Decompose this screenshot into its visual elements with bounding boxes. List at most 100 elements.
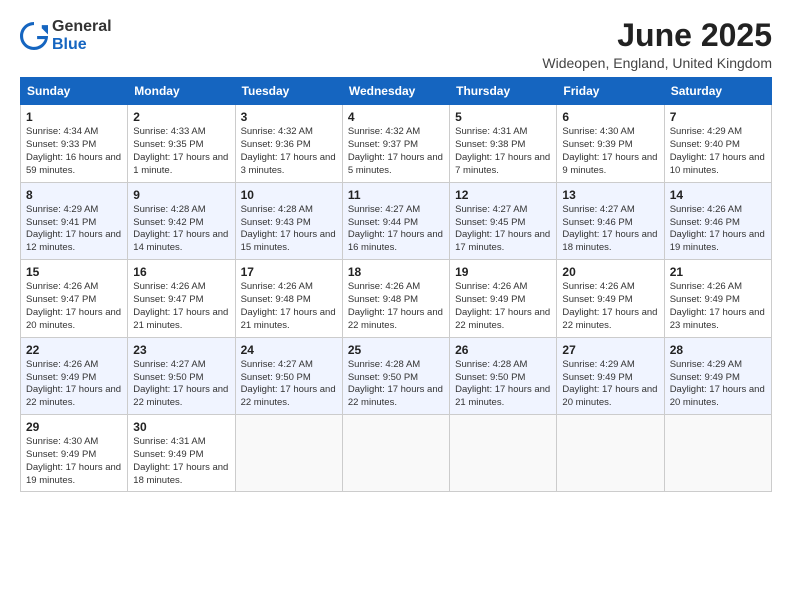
calendar-cell: 26Sunrise: 4:28 AMSunset: 9:50 PMDayligh… xyxy=(450,337,557,414)
day-number: 30 xyxy=(133,419,229,435)
day-number: 6 xyxy=(562,109,658,125)
weekday-header-friday: Friday xyxy=(557,78,664,105)
calendar-cell: 9Sunrise: 4:28 AMSunset: 9:42 PMDaylight… xyxy=(128,182,235,259)
calendar-cell: 27Sunrise: 4:29 AMSunset: 9:49 PMDayligh… xyxy=(557,337,664,414)
day-number: 8 xyxy=(26,187,122,203)
day-info: Sunrise: 4:29 AMSunset: 9:41 PMDaylight:… xyxy=(26,204,122,255)
calendar-cell xyxy=(664,414,771,491)
day-info: Sunrise: 4:26 AMSunset: 9:49 PMDaylight:… xyxy=(26,359,122,410)
day-info: Sunrise: 4:32 AMSunset: 9:36 PMDaylight:… xyxy=(241,126,337,177)
weekday-header-tuesday: Tuesday xyxy=(235,78,342,105)
day-info: Sunrise: 4:26 AMSunset: 9:46 PMDaylight:… xyxy=(670,204,766,255)
calendar-cell: 19Sunrise: 4:26 AMSunset: 9:49 PMDayligh… xyxy=(450,260,557,337)
title-block: June 2025 Wideopen, England, United King… xyxy=(542,18,772,71)
day-info: Sunrise: 4:29 AMSunset: 9:49 PMDaylight:… xyxy=(670,359,766,410)
calendar-week-5: 29Sunrise: 4:30 AMSunset: 9:49 PMDayligh… xyxy=(21,414,772,491)
day-info: Sunrise: 4:26 AMSunset: 9:47 PMDaylight:… xyxy=(26,281,122,332)
day-info: Sunrise: 4:30 AMSunset: 9:39 PMDaylight:… xyxy=(562,126,658,177)
day-number: 24 xyxy=(241,342,337,358)
day-number: 29 xyxy=(26,419,122,435)
weekday-header-monday: Monday xyxy=(128,78,235,105)
logo-text: General Blue xyxy=(52,18,112,53)
day-number: 9 xyxy=(133,187,229,203)
day-info: Sunrise: 4:29 AMSunset: 9:49 PMDaylight:… xyxy=(562,359,658,410)
calendar-cell: 20Sunrise: 4:26 AMSunset: 9:49 PMDayligh… xyxy=(557,260,664,337)
calendar-cell: 30Sunrise: 4:31 AMSunset: 9:49 PMDayligh… xyxy=(128,414,235,491)
day-number: 5 xyxy=(455,109,551,125)
calendar-cell: 22Sunrise: 4:26 AMSunset: 9:49 PMDayligh… xyxy=(21,337,128,414)
day-number: 13 xyxy=(562,187,658,203)
day-number: 2 xyxy=(133,109,229,125)
calendar-cell: 28Sunrise: 4:29 AMSunset: 9:49 PMDayligh… xyxy=(664,337,771,414)
weekday-header-saturday: Saturday xyxy=(664,78,771,105)
day-number: 21 xyxy=(670,264,766,280)
day-info: Sunrise: 4:28 AMSunset: 9:42 PMDaylight:… xyxy=(133,204,229,255)
calendar-cell: 7Sunrise: 4:29 AMSunset: 9:40 PMDaylight… xyxy=(664,105,771,182)
day-number: 19 xyxy=(455,264,551,280)
calendar-cell: 17Sunrise: 4:26 AMSunset: 9:48 PMDayligh… xyxy=(235,260,342,337)
calendar-table: SundayMondayTuesdayWednesdayThursdayFrid… xyxy=(20,77,772,492)
day-number: 16 xyxy=(133,264,229,280)
day-info: Sunrise: 4:26 AMSunset: 9:49 PMDaylight:… xyxy=(455,281,551,332)
day-info: Sunrise: 4:26 AMSunset: 9:49 PMDaylight:… xyxy=(670,281,766,332)
weekday-header-thursday: Thursday xyxy=(450,78,557,105)
calendar-cell: 21Sunrise: 4:26 AMSunset: 9:49 PMDayligh… xyxy=(664,260,771,337)
calendar-cell: 4Sunrise: 4:32 AMSunset: 9:37 PMDaylight… xyxy=(342,105,449,182)
calendar-cell: 16Sunrise: 4:26 AMSunset: 9:47 PMDayligh… xyxy=(128,260,235,337)
day-info: Sunrise: 4:26 AMSunset: 9:48 PMDaylight:… xyxy=(241,281,337,332)
day-info: Sunrise: 4:29 AMSunset: 9:40 PMDaylight:… xyxy=(670,126,766,177)
logo: General Blue xyxy=(20,18,112,53)
calendar-week-2: 8Sunrise: 4:29 AMSunset: 9:41 PMDaylight… xyxy=(21,182,772,259)
day-number: 28 xyxy=(670,342,766,358)
day-info: Sunrise: 4:33 AMSunset: 9:35 PMDaylight:… xyxy=(133,126,229,177)
day-number: 25 xyxy=(348,342,444,358)
weekday-header-row: SundayMondayTuesdayWednesdayThursdayFrid… xyxy=(21,78,772,105)
day-number: 11 xyxy=(348,187,444,203)
calendar-cell: 3Sunrise: 4:32 AMSunset: 9:36 PMDaylight… xyxy=(235,105,342,182)
day-number: 15 xyxy=(26,264,122,280)
logo-icon xyxy=(20,22,48,50)
calendar-cell xyxy=(235,414,342,491)
calendar-cell: 24Sunrise: 4:27 AMSunset: 9:50 PMDayligh… xyxy=(235,337,342,414)
calendar-cell: 1Sunrise: 4:34 AMSunset: 9:33 PMDaylight… xyxy=(21,105,128,182)
day-info: Sunrise: 4:27 AMSunset: 9:50 PMDaylight:… xyxy=(241,359,337,410)
day-info: Sunrise: 4:26 AMSunset: 9:47 PMDaylight:… xyxy=(133,281,229,332)
logo-blue: Blue xyxy=(52,36,87,53)
calendar-week-1: 1Sunrise: 4:34 AMSunset: 9:33 PMDaylight… xyxy=(21,105,772,182)
calendar-cell: 18Sunrise: 4:26 AMSunset: 9:48 PMDayligh… xyxy=(342,260,449,337)
calendar-cell: 29Sunrise: 4:30 AMSunset: 9:49 PMDayligh… xyxy=(21,414,128,491)
day-info: Sunrise: 4:28 AMSunset: 9:43 PMDaylight:… xyxy=(241,204,337,255)
day-info: Sunrise: 4:31 AMSunset: 9:38 PMDaylight:… xyxy=(455,126,551,177)
location-title: Wideopen, England, United Kingdom xyxy=(542,55,772,71)
calendar-cell xyxy=(342,414,449,491)
day-number: 17 xyxy=(241,264,337,280)
day-number: 14 xyxy=(670,187,766,203)
day-number: 3 xyxy=(241,109,337,125)
day-info: Sunrise: 4:31 AMSunset: 9:49 PMDaylight:… xyxy=(133,436,229,487)
logo-general: General xyxy=(52,18,112,35)
day-info: Sunrise: 4:26 AMSunset: 9:48 PMDaylight:… xyxy=(348,281,444,332)
calendar-cell: 8Sunrise: 4:29 AMSunset: 9:41 PMDaylight… xyxy=(21,182,128,259)
weekday-header-sunday: Sunday xyxy=(21,78,128,105)
day-info: Sunrise: 4:28 AMSunset: 9:50 PMDaylight:… xyxy=(348,359,444,410)
day-info: Sunrise: 4:26 AMSunset: 9:49 PMDaylight:… xyxy=(562,281,658,332)
day-info: Sunrise: 4:34 AMSunset: 9:33 PMDaylight:… xyxy=(26,126,122,177)
day-number: 1 xyxy=(26,109,122,125)
month-title: June 2025 xyxy=(542,18,772,53)
calendar-cell xyxy=(450,414,557,491)
calendar-week-3: 15Sunrise: 4:26 AMSunset: 9:47 PMDayligh… xyxy=(21,260,772,337)
calendar-cell: 13Sunrise: 4:27 AMSunset: 9:46 PMDayligh… xyxy=(557,182,664,259)
calendar-body: 1Sunrise: 4:34 AMSunset: 9:33 PMDaylight… xyxy=(21,105,772,492)
day-info: Sunrise: 4:32 AMSunset: 9:37 PMDaylight:… xyxy=(348,126,444,177)
calendar-cell: 23Sunrise: 4:27 AMSunset: 9:50 PMDayligh… xyxy=(128,337,235,414)
calendar-cell: 10Sunrise: 4:28 AMSunset: 9:43 PMDayligh… xyxy=(235,182,342,259)
calendar-cell: 11Sunrise: 4:27 AMSunset: 9:44 PMDayligh… xyxy=(342,182,449,259)
day-number: 10 xyxy=(241,187,337,203)
day-number: 23 xyxy=(133,342,229,358)
calendar-cell: 2Sunrise: 4:33 AMSunset: 9:35 PMDaylight… xyxy=(128,105,235,182)
weekday-header-wednesday: Wednesday xyxy=(342,78,449,105)
day-number: 4 xyxy=(348,109,444,125)
day-info: Sunrise: 4:27 AMSunset: 9:46 PMDaylight:… xyxy=(562,204,658,255)
day-number: 26 xyxy=(455,342,551,358)
day-number: 7 xyxy=(670,109,766,125)
